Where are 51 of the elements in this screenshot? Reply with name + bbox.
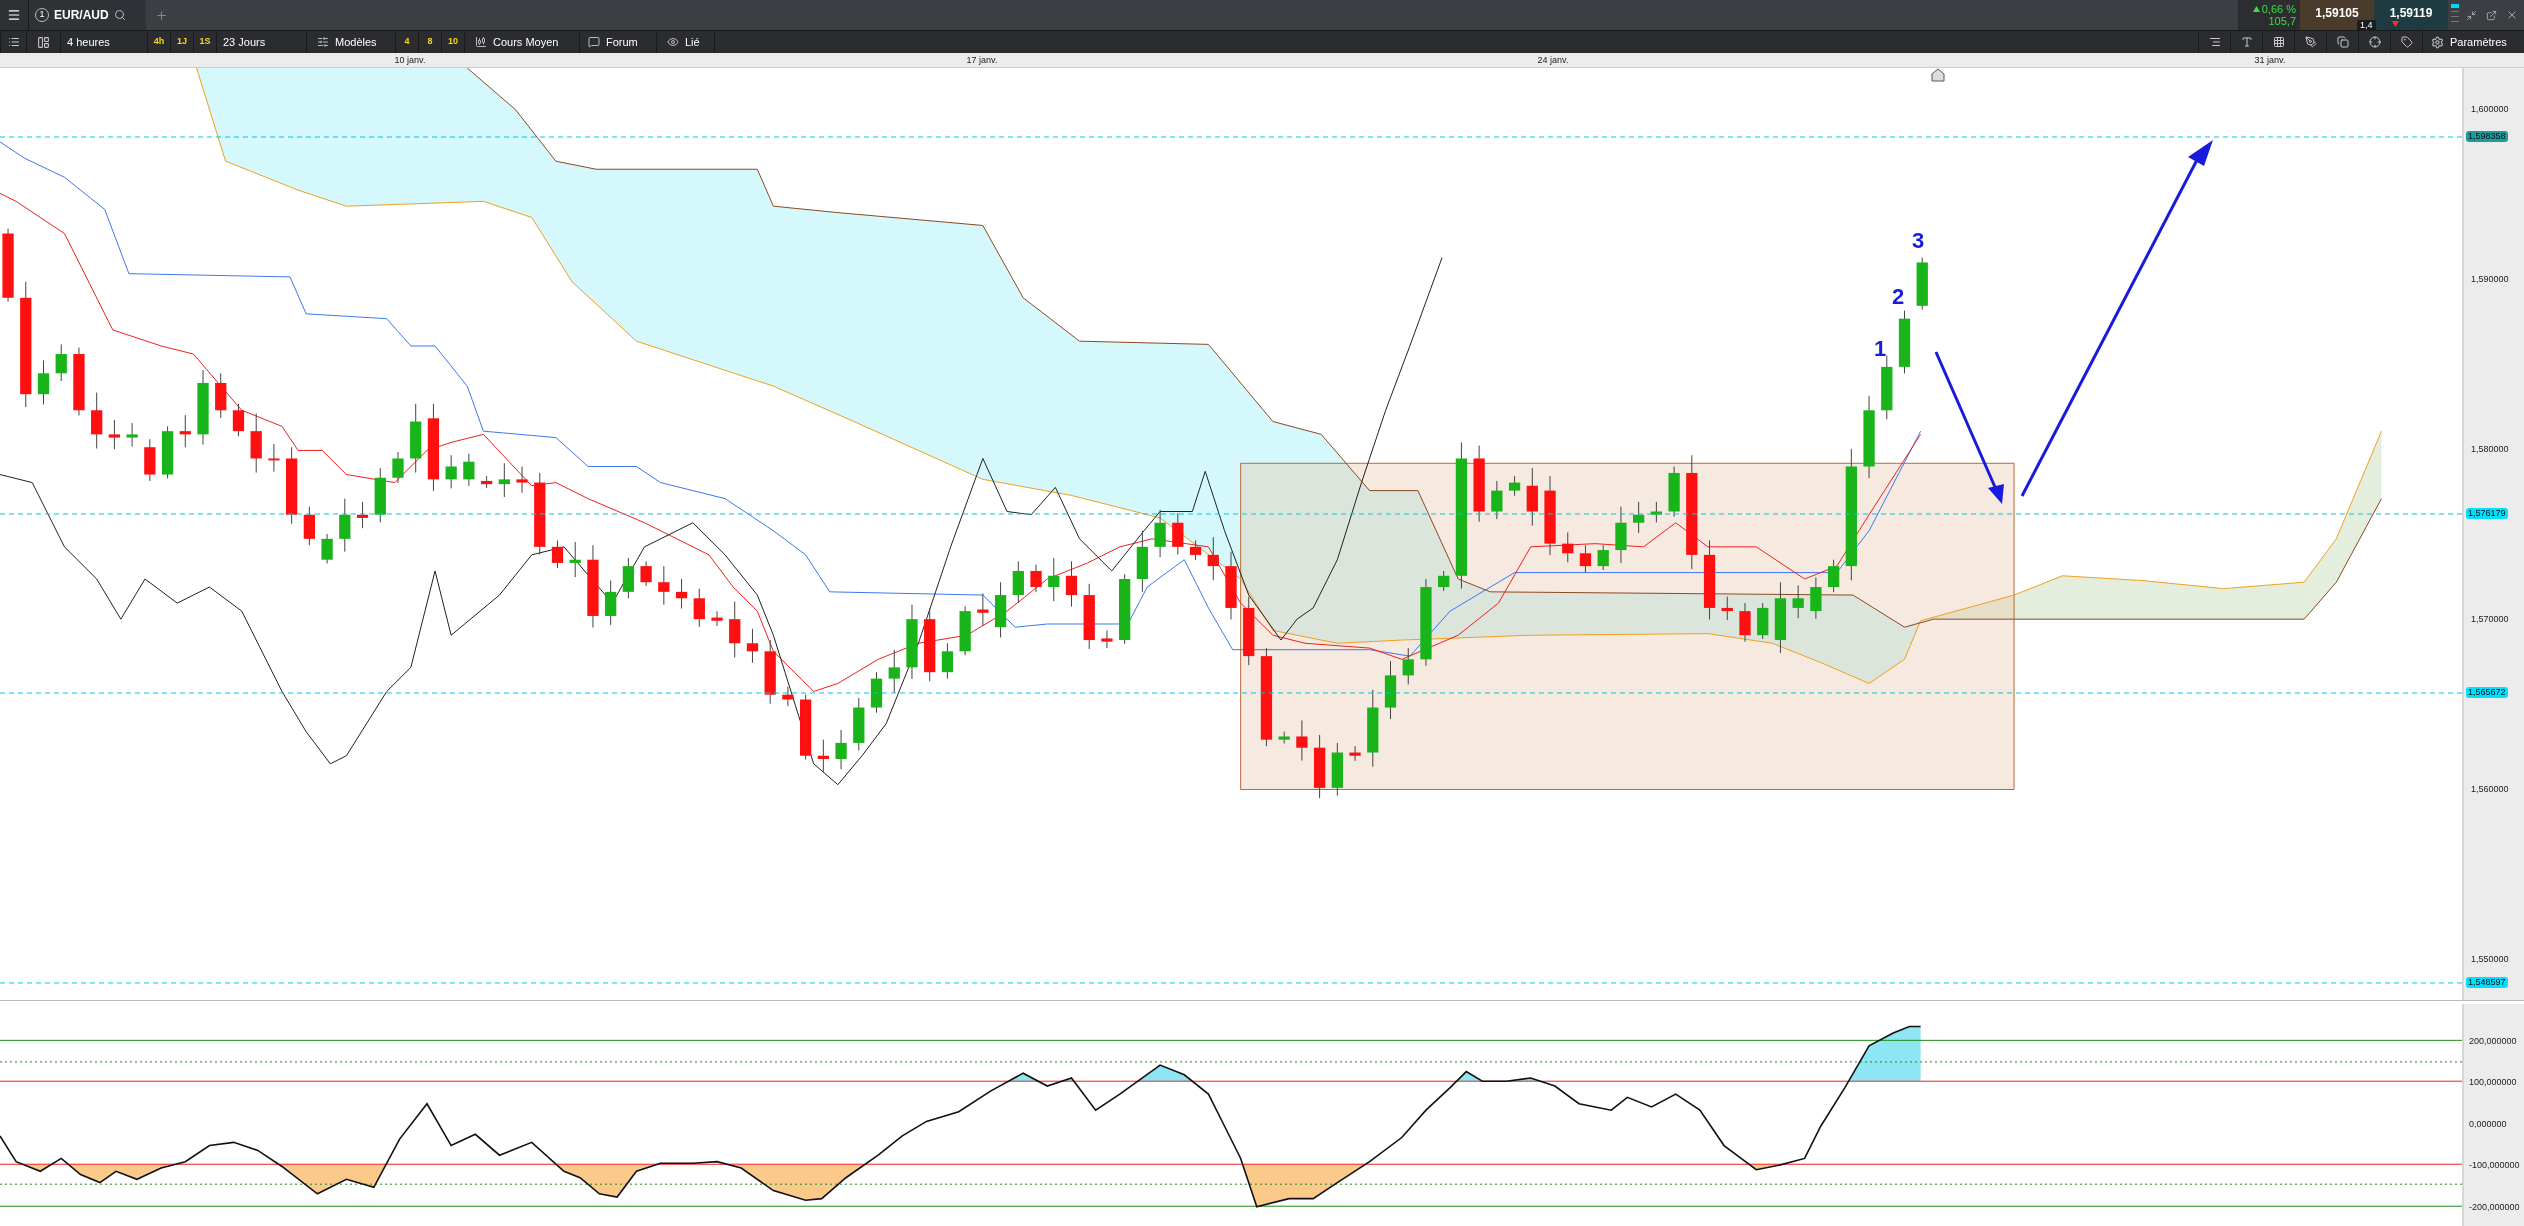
- price-tag: 1,548597: [2466, 977, 2508, 988]
- chat-icon: [588, 36, 600, 48]
- up-triangle-icon: [2252, 6, 2260, 12]
- wave-label: 2: [1892, 286, 1905, 308]
- price-tick: 1,550000: [2471, 954, 2509, 964]
- symbol-name: EUR/AUD: [54, 7, 109, 24]
- close-icon[interactable]: [2506, 9, 2518, 21]
- down-triangle-icon: [2392, 21, 2399, 27]
- price-tick: 1,600000: [2471, 104, 2509, 114]
- grid-icon: [2272, 36, 2285, 48]
- price-tag: 1,598358: [2466, 131, 2508, 142]
- date-label: 31 janv.: [2254, 55, 2286, 65]
- list-icon: [7, 36, 20, 48]
- copy-icon: [2336, 36, 2349, 48]
- indicator-tick: 200,000000: [2469, 1036, 2517, 1046]
- settings-icon: [2431, 35, 2444, 49]
- price-tick: 1,570000: [2471, 614, 2509, 624]
- price-tag: 1,565672: [2466, 687, 2508, 698]
- wave-label: 3: [1912, 230, 1925, 252]
- crosshair-icon: [2368, 36, 2381, 48]
- menu-button[interactable]: [0, 0, 28, 30]
- indicator-tick: -100,000000: [2469, 1160, 2520, 1170]
- search-icon[interactable]: [113, 9, 126, 21]
- date-label: 17 janv.: [966, 55, 998, 65]
- drawing-tool-icon: [2304, 36, 2317, 48]
- layout-icon: [37, 35, 50, 49]
- pop-out-icon[interactable]: [2486, 9, 2497, 21]
- candlestick-icon: [475, 36, 487, 48]
- symbol-tab[interactable]: 1 EUR/AUD: [28, 0, 146, 30]
- price-tick: 1,580000: [2471, 444, 2509, 454]
- change-points: 105,7: [2268, 15, 2296, 27]
- menu-icon: [7, 8, 21, 22]
- price-tag: 1,576179: [2466, 508, 2508, 519]
- ask-price[interactable]: 1,59119: [2374, 0, 2448, 30]
- date-label: 10 janv.: [394, 55, 426, 65]
- indicator-tick: 0,000000: [2469, 1119, 2507, 1129]
- align-right-icon: [2208, 36, 2221, 48]
- price-tick: 1,560000: [2471, 784, 2509, 794]
- indicator-tick: 100,000000: [2469, 1077, 2517, 1087]
- price-tick: 1,590000: [2471, 274, 2509, 284]
- change-percent: 0,66 %: [2261, 3, 2296, 15]
- tag-icon: [2400, 36, 2413, 48]
- indicator-tick: -200,000000: [2469, 1202, 2520, 1212]
- text-size-icon: [2240, 36, 2253, 48]
- minimize-icon[interactable]: [2466, 9, 2477, 21]
- add-tab-icon[interactable]: [154, 8, 168, 22]
- eye-icon: [667, 36, 679, 48]
- spread-badge: 1,4: [2357, 20, 2376, 31]
- date-label: 24 janv.: [1537, 55, 1569, 65]
- sliders-icon: [317, 36, 329, 48]
- wave-label: 1: [1874, 338, 1887, 360]
